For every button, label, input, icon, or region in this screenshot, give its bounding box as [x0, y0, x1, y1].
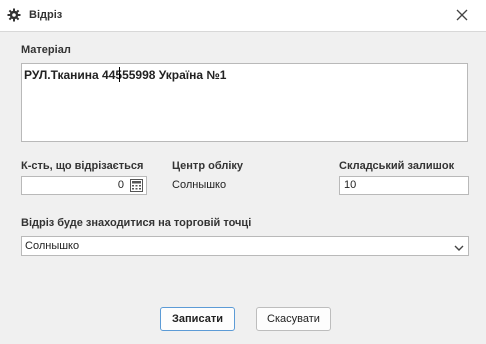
material-value: РУЛ.Тканина 44555998 Україна №1	[24, 68, 227, 82]
location-label: Відріз буде знаходитися на торговій точц…	[21, 217, 252, 229]
gear-icon	[7, 8, 21, 22]
material-textarea[interactable]: РУЛ.Тканина 44555998 Україна №1	[21, 63, 468, 142]
stock-value: 10	[344, 179, 357, 191]
window-titlebar: Відріз	[0, 0, 486, 32]
material-label: Матеріал	[21, 44, 71, 56]
calculator-icon[interactable]	[130, 179, 143, 192]
quantity-value: 0	[117, 179, 124, 191]
location-selected: Солнышко	[25, 240, 80, 252]
chevron-down-icon[interactable]	[454, 243, 464, 251]
window-title: Відріз	[29, 9, 63, 21]
cancel-button[interactable]: Скасувати	[256, 307, 331, 331]
accounting-center-label: Центр обліку	[172, 160, 244, 172]
text-caret	[119, 67, 120, 82]
close-button[interactable]	[451, 4, 473, 26]
stock-label: Складський залишок	[339, 160, 455, 172]
close-icon	[456, 9, 468, 21]
location-select[interactable]: Солнышко	[21, 236, 469, 256]
quantity-label: К-сть, що відрізається	[21, 160, 144, 172]
save-button[interactable]: Записати	[160, 307, 235, 331]
stock-input[interactable]: 10	[339, 176, 469, 195]
accounting-center-value: Солнышко	[172, 179, 227, 191]
quantity-input[interactable]: 0	[21, 176, 147, 195]
